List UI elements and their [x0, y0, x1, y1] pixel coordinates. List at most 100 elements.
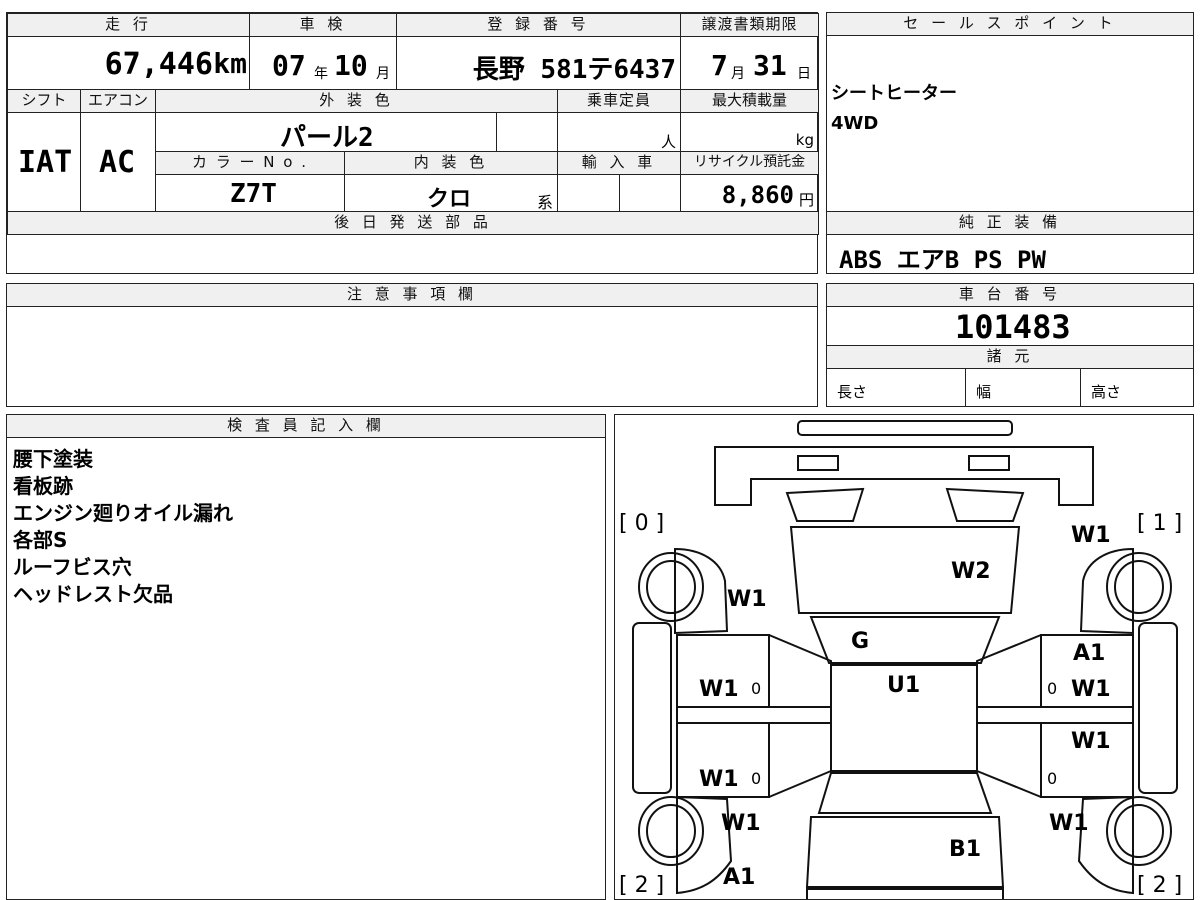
inspector-line: ルーフビス穴	[13, 555, 132, 579]
mark-front-right-fender: W1	[1071, 523, 1111, 548]
standard-equipment-value: ABS エアB PS PW	[839, 246, 1046, 274]
mark-rear-glass: B1	[949, 837, 982, 862]
mark-rear-right-door: W1	[1071, 729, 1111, 754]
max-load-header: 最大積載量	[680, 89, 819, 113]
aircon-cell: AC	[80, 112, 156, 212]
capacity-cell: 人	[557, 112, 681, 152]
shift-header: シフト	[7, 89, 81, 113]
transfer-deadline-cell: 7 月 31 日	[680, 36, 819, 90]
inspection-header: 車 検	[249, 13, 397, 37]
interior-color-suffix: 系	[536, 193, 553, 212]
exterior-color-extra	[496, 112, 558, 152]
car-diagram	[632, 420, 1178, 899]
recycle-header: リサイクル預託金	[680, 151, 819, 175]
aircon-header: エアコン	[80, 89, 156, 113]
mileage-cell: 67,446 km	[7, 36, 250, 90]
spec-width-cell: 幅	[965, 368, 1081, 407]
color-no-value: Z7T	[230, 179, 277, 209]
shift-value: IAT	[18, 145, 73, 180]
spec-height-label: 高さ	[1091, 383, 1122, 401]
standard-equipment-box: 純 正 装 備 ABS エアB PS PW	[826, 211, 1194, 274]
shift-cell: IAT	[7, 112, 81, 212]
mark-rear-left-bumper: A1	[723, 865, 756, 890]
inspection-month: 10	[334, 49, 368, 82]
vehicle-info-table: 走 行 車 検 登 録 番 号 譲渡書類期限 67,446 km 07 年 10…	[6, 12, 819, 274]
mark-hood-edge: G	[851, 629, 870, 654]
exterior-color-cell: パール2	[155, 112, 497, 153]
inspector-line: ヘッドレスト欠品	[13, 582, 173, 606]
mark-front-right-door-a: A1	[1073, 641, 1106, 666]
registration-cell: 長野 581テ6437	[396, 36, 681, 90]
inspection-year-unit: 年	[314, 66, 328, 82]
spec-width-label: 幅	[976, 383, 992, 401]
interior-color-value: クロ	[427, 187, 472, 212]
import-header: 輸 入 車	[557, 151, 681, 175]
mileage-header: 走 行	[7, 13, 250, 37]
corner-label: [ 2 ]	[619, 873, 665, 898]
mark-front-left-fender: W1	[727, 587, 767, 612]
max-load-cell: kg	[680, 112, 819, 152]
registration-header: 登 録 番 号	[396, 13, 681, 37]
recycle-value: 8,860	[721, 181, 794, 209]
specs-header: 諸 元	[826, 345, 1194, 369]
sales-points-box: セ ー ル ス ポ イ ン ト シートヒーター 4WD	[826, 12, 1194, 212]
inspection-cell: 07 年 10 月	[249, 36, 397, 90]
capacity-unit: 人	[660, 133, 676, 151]
exterior-color-value: パール2	[280, 123, 374, 153]
mark-rear-left-door: W1	[699, 767, 739, 792]
mark-windshield: W2	[951, 559, 991, 584]
spec-length-cell: 長さ	[826, 368, 966, 407]
inspector-header: 検 査 員 記 入 欄	[6, 414, 606, 438]
later-parts-header: 後 日 発 送 部 品	[7, 211, 819, 235]
transfer-month-unit: 月	[731, 66, 745, 82]
mark-rear-left-quarter: W1	[721, 811, 761, 836]
car-diagram-box: [ 0 ] [ 1 ] [ 2 ] [ 2 ] W1 W2 W1 G U1 A1…	[614, 414, 1194, 900]
corner-label: [ 0 ]	[619, 511, 665, 536]
sales-point-item: シートヒーター	[831, 83, 957, 104]
later-parts-cell	[7, 234, 819, 274]
import-cell-a	[557, 174, 620, 212]
registration-value: 長野 581テ6437	[472, 55, 676, 85]
notes-header: 注 意 事 項 欄	[6, 283, 818, 307]
mark-roof: U1	[887, 673, 921, 698]
recycle-cell: 8,860 円	[680, 174, 819, 212]
inspector-line: 腰下塗装	[13, 447, 93, 471]
mark-door-zero: 0	[1047, 679, 1058, 698]
aircon-value: AC	[99, 145, 136, 180]
spec-height-cell: 高さ	[1080, 368, 1194, 407]
transfer-day-unit: 日	[797, 66, 811, 82]
transfer-day: 31	[753, 49, 787, 82]
mark-front-right-door-w: W1	[1071, 677, 1111, 702]
inspector-line: 各部S	[13, 528, 68, 552]
notes-box: 注 意 事 項 欄	[6, 283, 818, 407]
max-load-unit: kg	[795, 131, 814, 149]
interior-color-header: 内 装 色	[344, 151, 558, 175]
chassis-header: 車 台 番 号	[826, 283, 1194, 307]
inspector-line: エンジン廻りオイル漏れ	[13, 501, 233, 525]
corner-label: [ 2 ]	[1137, 873, 1183, 898]
spec-length-label: 長さ	[837, 383, 868, 401]
chassis-number: 101483	[955, 308, 1071, 346]
mark-door-zero: 0	[751, 679, 762, 698]
recycle-unit: 円	[798, 191, 814, 209]
transfer-deadline-header: 譲渡書類期限	[680, 13, 819, 37]
mileage-unit: km	[213, 47, 247, 80]
inspector-box: 検 査 員 記 入 欄 腰下塗装 看板跡 エンジン廻りオイル漏れ 各部S ルーフ…	[6, 414, 606, 900]
exterior-color-header: 外 装 色	[155, 89, 558, 113]
color-no-header: カ ラ ー N o .	[155, 151, 345, 175]
chassis-box: 車 台 番 号 101483 諸 元 長さ 幅 高さ	[826, 283, 1194, 407]
mark-rear-right-quarter: W1	[1049, 811, 1089, 836]
sales-points-header: セ ー ル ス ポ イ ン ト	[826, 12, 1194, 36]
mileage-value: 67,446	[104, 47, 213, 82]
mark-door-zero: 0	[751, 769, 762, 788]
mark-door-zero: 0	[1047, 769, 1058, 788]
color-no-cell: Z7T	[155, 174, 345, 212]
inspection-month-unit: 月	[376, 66, 390, 82]
corner-label: [ 1 ]	[1137, 511, 1183, 536]
inspection-year: 07	[272, 49, 306, 82]
interior-color-cell: クロ 系	[344, 174, 558, 212]
standard-equipment-header: 純 正 装 備	[826, 211, 1194, 235]
transfer-month: 7	[711, 49, 728, 82]
capacity-header: 乗車定員	[557, 89, 681, 113]
import-cell-b	[619, 174, 681, 212]
